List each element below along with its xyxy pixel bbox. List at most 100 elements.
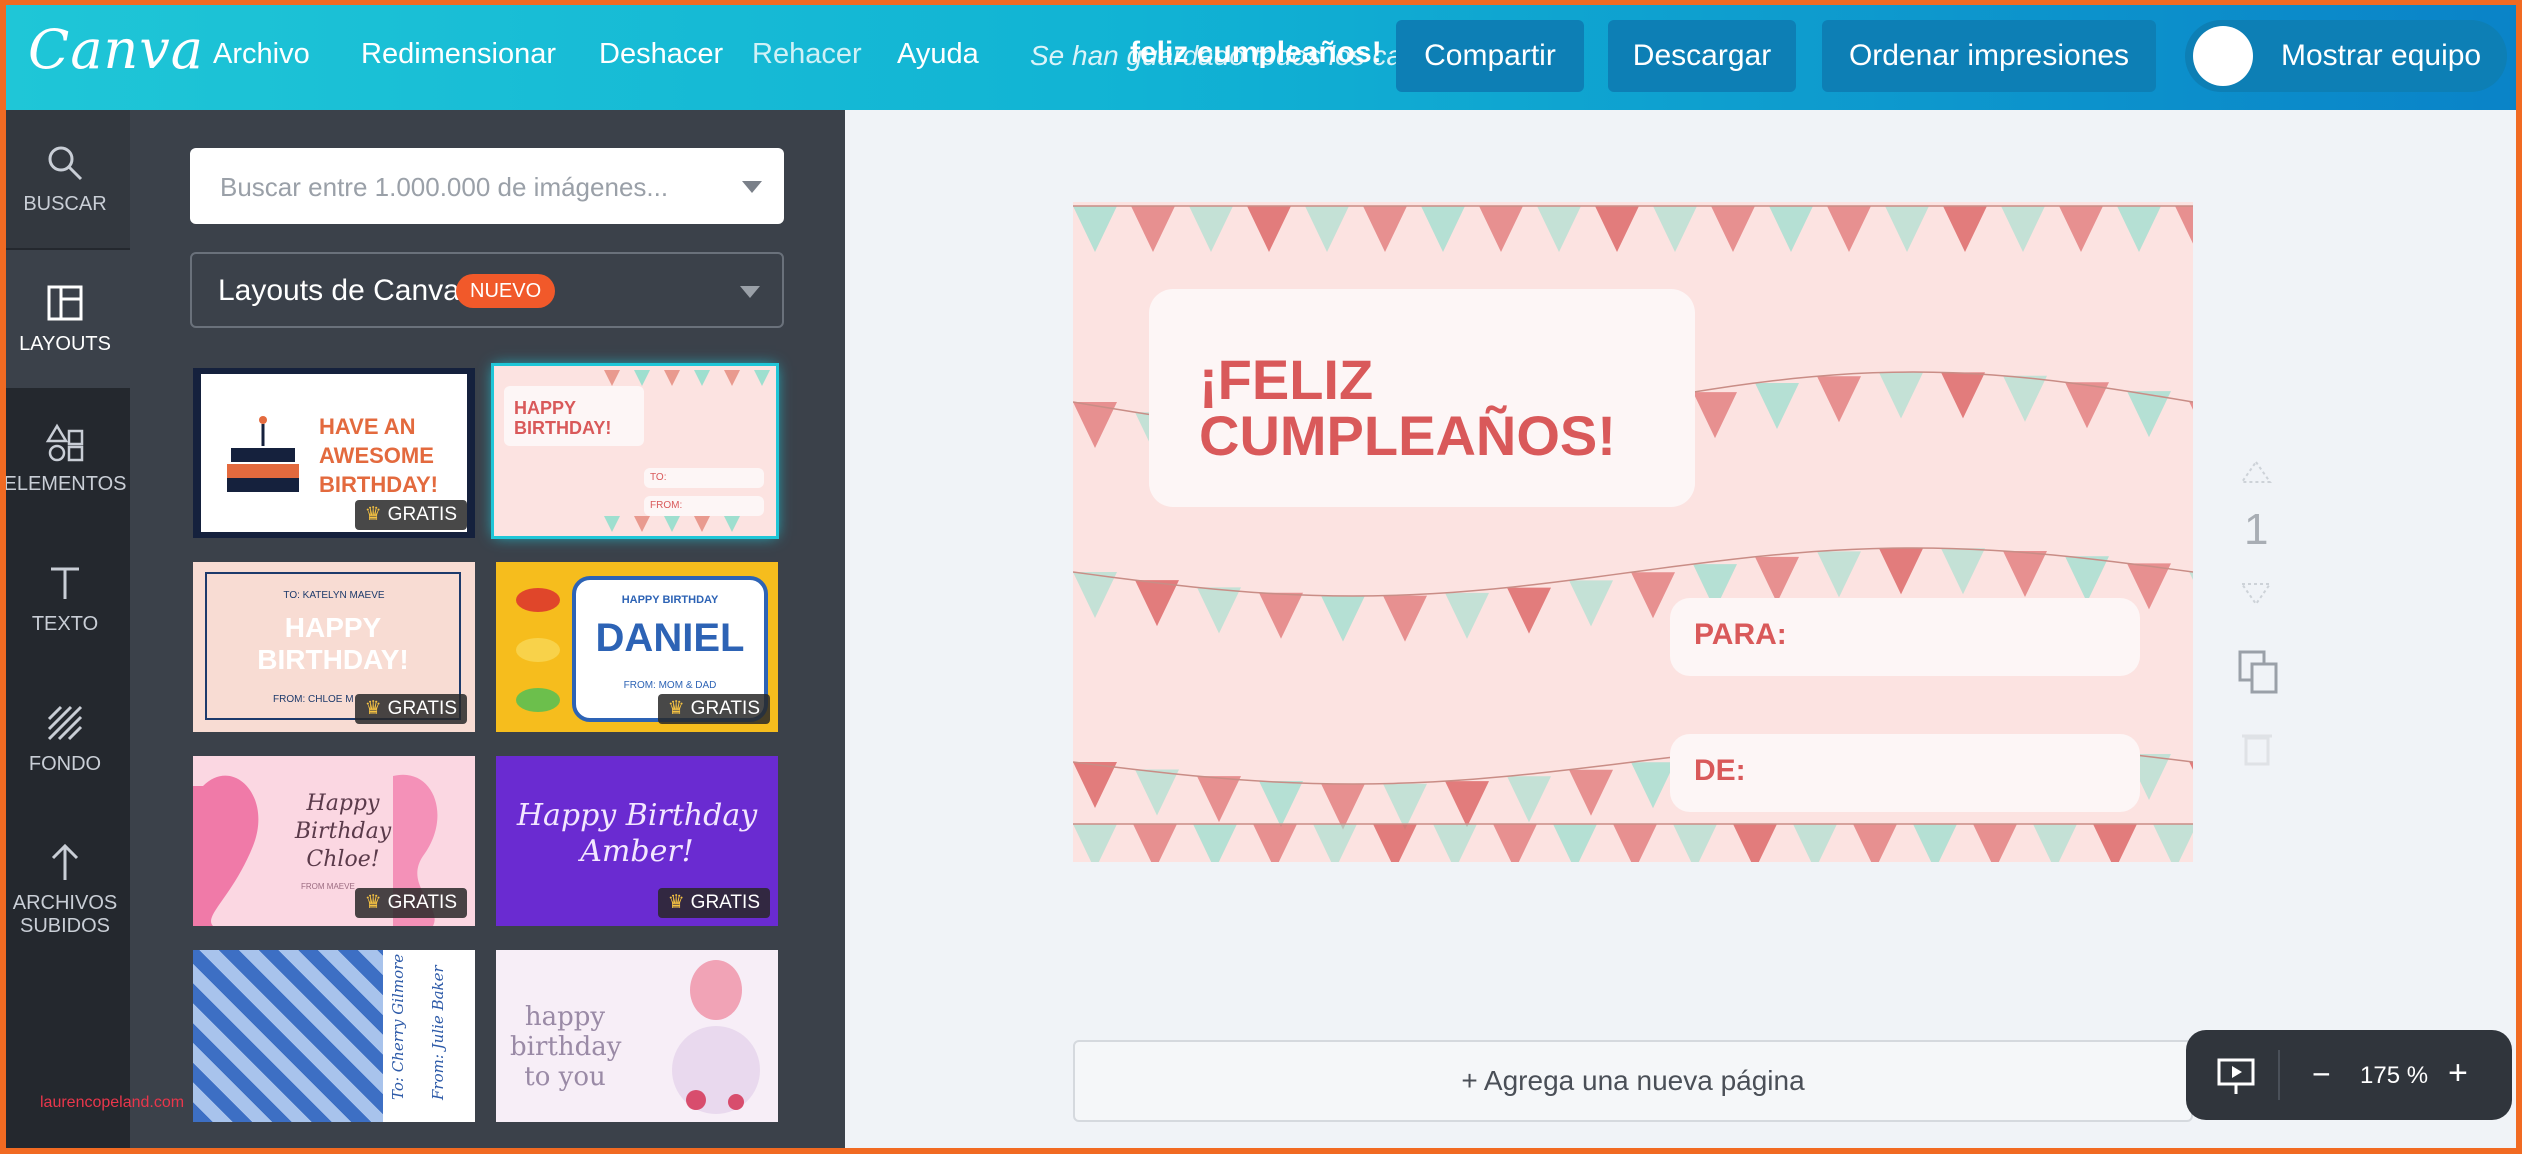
add-page-button[interactable]: + Agrega una nueva página	[1073, 1040, 2193, 1122]
bunting-flag	[1569, 769, 1613, 816]
free-badge: ♛ GRATIS	[657, 694, 770, 724]
bunting-flag	[1073, 572, 1117, 618]
template-thumb-awesome[interactable]: HAVE AN AWESOME BIRTHDAY! ♛ GRATIS	[193, 368, 475, 538]
show-team-button[interactable]: Mostrar equipo	[2185, 20, 2507, 92]
canva-logo[interactable]: Canva	[28, 18, 204, 81]
free-label: GRATIS	[387, 504, 457, 525]
free-badge: ♛ GRATIS	[354, 500, 467, 530]
rail-label: ELEMENTOS	[3, 472, 127, 495]
present-icon[interactable]	[2216, 1056, 2256, 1096]
rail-item-layouts[interactable]: LAYOUTS	[0, 250, 130, 388]
chevron-down-icon[interactable]	[742, 181, 762, 193]
free-label: GRATIS	[387, 892, 457, 913]
menu-archivo[interactable]: Archivo	[213, 38, 310, 71]
rail-item-buscar[interactable]: BUSCAR	[0, 110, 130, 248]
bunting-flag	[1973, 824, 2017, 862]
free-label: GRATIS	[690, 698, 760, 719]
bunting-flag	[2189, 401, 2193, 410]
layouts-dropdown-label: Layouts de Canva	[218, 274, 460, 307]
bunting-flag	[1131, 206, 1175, 252]
download-button[interactable]: Descargar	[1608, 20, 1796, 92]
from-field[interactable]: DE:	[1670, 734, 2140, 812]
watermark-text: laurencopeland.com	[40, 1094, 185, 1111]
bunting-flag	[1445, 592, 1489, 639]
bunting-flag	[1363, 206, 1407, 252]
bunting-flag	[1445, 781, 1489, 828]
document-title[interactable]: feliz cumpleaños!	[1130, 36, 1382, 70]
zoom-in-button[interactable]: +	[2448, 1054, 2468, 1093]
thumb-text: Happy Birthday Chloe!	[294, 791, 392, 872]
bunting-flag	[2003, 375, 2047, 422]
design-canvas[interactable]: ¡FELIZ CUMPLEAÑOS! PARA: DE:	[1073, 202, 2193, 862]
bunting-flag	[1817, 551, 1861, 598]
card-heading[interactable]: ¡FELIZ CUMPLEAÑOS!	[1199, 352, 1699, 464]
menu-ayuda[interactable]: Ayuda	[897, 38, 979, 71]
crown-icon: ♛	[364, 892, 382, 913]
bunting-flag	[1595, 206, 1639, 252]
search-placeholder: Buscar entre 1.000.000 de imágenes...	[220, 172, 669, 202]
dinosaur-icons	[516, 588, 560, 712]
bunting-flag	[1941, 372, 1985, 419]
page-down-icon[interactable]	[2238, 578, 2274, 608]
thumb-from: FROM: MOM & DAD	[623, 680, 717, 691]
bunting-flag	[1879, 372, 1923, 419]
bunting-flag	[1755, 383, 1799, 430]
menu-deshacer[interactable]: Deshacer	[599, 38, 723, 71]
bunting-flag	[1673, 824, 1717, 862]
bunting-flag	[1189, 206, 1233, 252]
thumb-text: To: Cherry Gilmore	[389, 953, 407, 1100]
template-thumb-amber[interactable]: Happy Birthday Amber! ♛ GRATIS	[496, 756, 778, 926]
rail-item-elementos[interactable]: ELEMENTOS	[0, 390, 130, 528]
bunting-flag	[1383, 783, 1427, 830]
bunting-flag	[1631, 572, 1675, 619]
search-input[interactable]: Buscar entre 1.000.000 de imágenes...	[190, 148, 784, 224]
bunting-flag	[2065, 382, 2109, 429]
to-field[interactable]: PARA:	[1670, 598, 2140, 676]
template-thumb-tiles[interactable]: To: Cherry Gilmore From: Julie Baker	[193, 950, 475, 1122]
bunting-flag	[1943, 206, 1987, 252]
template-thumb-selected[interactable]: HAPPY BIRTHDAY! TO: FROM:	[494, 366, 776, 536]
bunting-flag	[1479, 206, 1523, 252]
template-thumb-chloe[interactable]: Happy Birthday Chloe! FROM MAEVE ♛ GRATIS	[193, 756, 475, 926]
thumb-to: TO: KATELYN MAEVE	[283, 590, 385, 601]
bunting-flag	[1321, 595, 1365, 642]
crown-icon: ♛	[364, 504, 382, 525]
crown-icon: ♛	[364, 698, 382, 719]
page-up-icon[interactable]	[2238, 458, 2274, 488]
delete-page-icon[interactable]	[2242, 730, 2272, 766]
order-prints-button[interactable]: Ordenar impresiones	[1822, 20, 2156, 92]
rail-item-archivos-subidos[interactable]: ARCHIVOS SUBIDOS	[0, 810, 130, 970]
bunting-flag	[1133, 824, 1177, 862]
bunting-flag	[1693, 392, 1737, 439]
bunting-flag	[1073, 206, 1117, 252]
bunting-flag	[1817, 376, 1861, 423]
divider	[2278, 1050, 2280, 1100]
share-button[interactable]: Compartir	[1396, 20, 1584, 92]
bunting-flag	[1711, 206, 1755, 252]
avatar	[2193, 26, 2253, 86]
menu-rehacer[interactable]: Rehacer	[752, 38, 862, 71]
bunting-flag	[1305, 206, 1349, 252]
bunting-flag	[2117, 206, 2161, 252]
template-thumb-happy-birthday-to-you[interactable]: happy birthday to you	[496, 950, 778, 1122]
bunting-flag	[1913, 824, 1957, 862]
rail-label: ARCHIVOS SUBIDOS	[12, 892, 118, 937]
bunting-flag	[2003, 550, 2047, 597]
chevron-down-icon	[740, 286, 760, 298]
bunting-flag	[2033, 824, 2077, 862]
template-thumb-katelyn[interactable]: TO: KATELYN MAEVE HAPPY BIRTHDAY! FROM: …	[193, 562, 475, 732]
new-badge: NUEVO	[456, 274, 556, 308]
rail-label: TEXTO	[31, 612, 99, 635]
zoom-out-button[interactable]: −	[2312, 1056, 2331, 1093]
bunting-flag	[2175, 206, 2193, 244]
bunting-flag	[1253, 824, 1297, 862]
bunting-flag	[1827, 206, 1871, 252]
rail-item-texto[interactable]: TEXTO	[0, 530, 130, 668]
left-rail: BUSCAR LAYOUTS ELEMENTOS TEXTO FONDO ARC…	[0, 110, 130, 1154]
template-thumb-daniel[interactable]: HAPPY BIRTHDAY DANIEL FROM: MOM & DAD ♛ G…	[496, 562, 778, 732]
menu-redimensionar[interactable]: Redimensionar	[361, 38, 556, 71]
duplicate-page-icon[interactable]	[2238, 650, 2278, 694]
search-icon	[48, 146, 83, 180]
layouts-dropdown[interactable]: Layouts de Canva NUEVO	[190, 252, 784, 328]
rail-item-fondo[interactable]: FONDO	[0, 670, 130, 808]
